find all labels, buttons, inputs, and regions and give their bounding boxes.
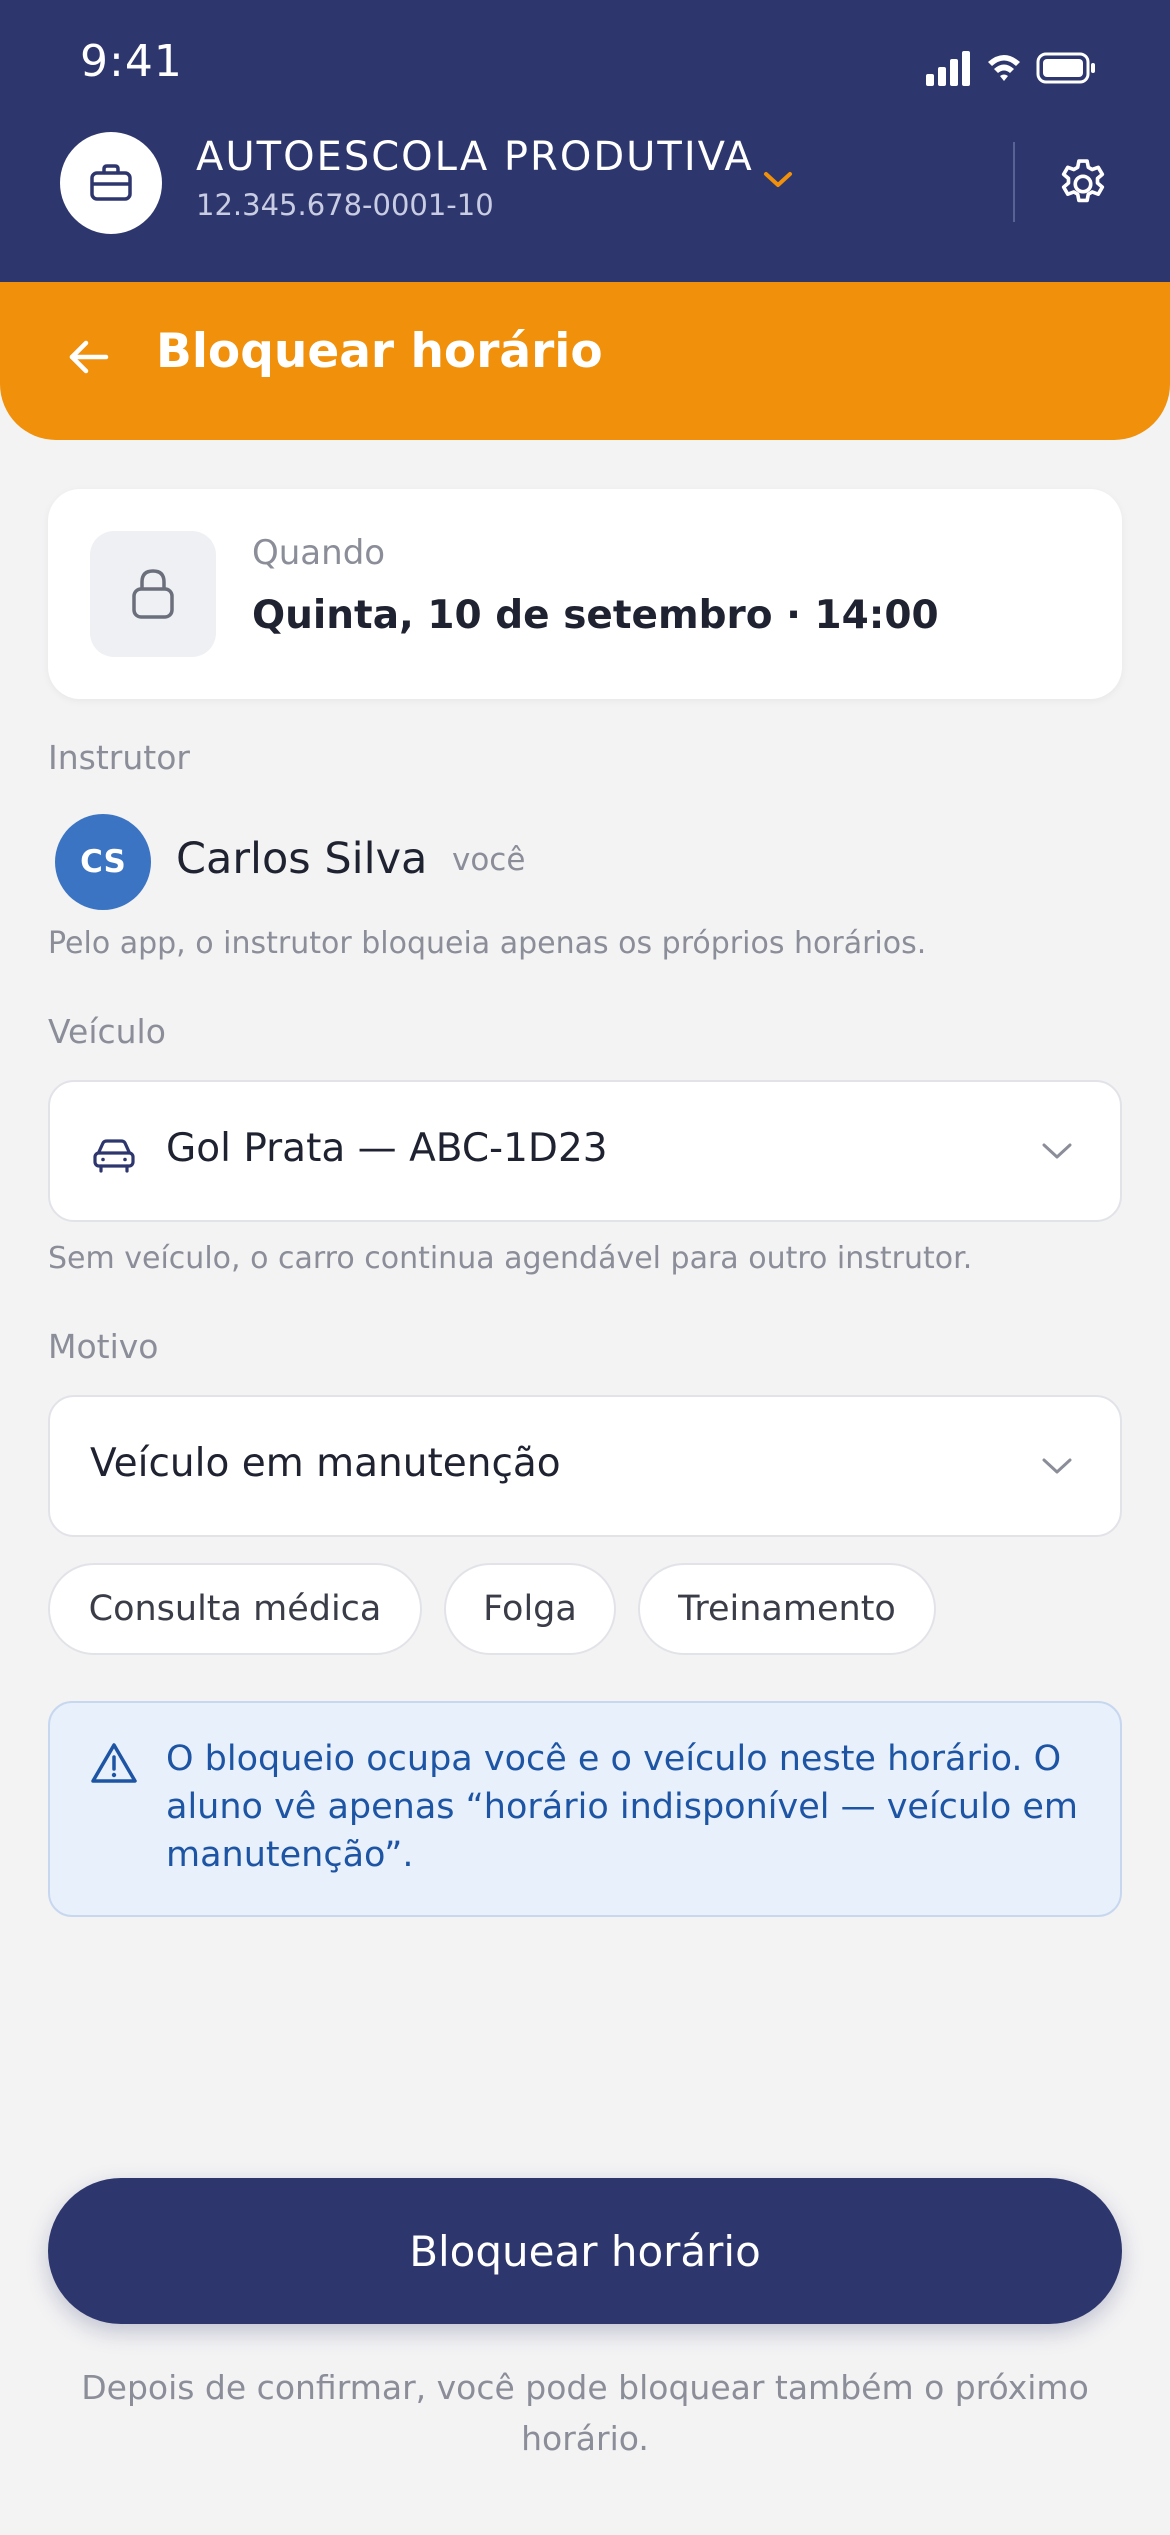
reason-select-value: Veículo em manutenção bbox=[90, 1441, 561, 1486]
chevron-down-icon[interactable] bbox=[760, 168, 796, 192]
reason-chip[interactable]: Treinamento bbox=[638, 1563, 936, 1655]
app-header: 9:41 AUTOESCOLA PRODUTIVA 12.345.678-000… bbox=[0, 0, 1170, 282]
chevron-down-icon bbox=[1042, 1143, 1072, 1159]
lock-icon-box bbox=[90, 531, 216, 657]
instructor-hint: Pelo app, o instrutor bloqueia apenas os… bbox=[48, 926, 927, 961]
status-time: 9:41 bbox=[80, 36, 183, 87]
vehicle-section-label: Veículo bbox=[48, 1012, 166, 1051]
lock-icon bbox=[132, 569, 174, 619]
instructor-name: Carlos Silva bbox=[176, 834, 428, 884]
reason-section-label: Motivo bbox=[48, 1327, 159, 1366]
instructor-you-tag: você bbox=[452, 842, 526, 878]
header-divider bbox=[1013, 142, 1015, 222]
info-box: O bloqueio ocupa você e o veículo neste … bbox=[48, 1701, 1122, 1917]
vehicle-hint: Sem veículo, o carro continua agendável … bbox=[48, 1241, 973, 1276]
instructor-section-label: Instrutor bbox=[48, 738, 190, 777]
status-icons bbox=[926, 51, 1095, 86]
title-bar: Bloquear horário bbox=[0, 282, 1170, 440]
instructor-avatar: CS bbox=[55, 814, 151, 910]
organization-name[interactable]: AUTOESCOLA PRODUTIVA bbox=[196, 134, 754, 180]
organization-cnpj: 12.345.678-0001-10 bbox=[196, 188, 494, 222]
car-icon bbox=[93, 1139, 135, 1173]
reason-chip[interactable]: Folga bbox=[444, 1563, 616, 1655]
wifi-icon bbox=[988, 55, 1020, 81]
signal-icon bbox=[926, 51, 970, 86]
info-text: O bloqueio ocupa você e o veículo neste … bbox=[166, 1739, 1078, 1875]
gear-icon[interactable] bbox=[1054, 155, 1112, 213]
page-title: Bloquear horário bbox=[156, 324, 603, 379]
block-slot-button[interactable]: Bloquear horário bbox=[48, 2178, 1122, 2324]
warning-icon bbox=[91, 1743, 137, 1783]
reason-select[interactable]: Veículo em manutenção bbox=[48, 1395, 1122, 1537]
vehicle-select[interactable]: Gol Prata — ABC-1D23 bbox=[48, 1080, 1122, 1222]
footer-note: Depois de confirmar, você pode bloquear … bbox=[81, 2368, 1089, 2458]
battery-icon bbox=[1036, 52, 1095, 84]
when-label: Quando bbox=[252, 533, 386, 573]
back-arrow-icon[interactable] bbox=[64, 332, 114, 382]
chevron-down-icon bbox=[1042, 1458, 1072, 1474]
reason-chip[interactable]: Consulta médica bbox=[48, 1563, 422, 1655]
when-value: Quinta, 10 de setembro · 14:00 bbox=[252, 593, 939, 638]
briefcase-icon bbox=[90, 164, 132, 201]
vehicle-select-value: Gol Prata — ABC-1D23 bbox=[166, 1126, 608, 1171]
organization-avatar[interactable] bbox=[60, 132, 162, 234]
when-card: Quando Quinta, 10 de setembro · 14:00 bbox=[48, 489, 1122, 699]
